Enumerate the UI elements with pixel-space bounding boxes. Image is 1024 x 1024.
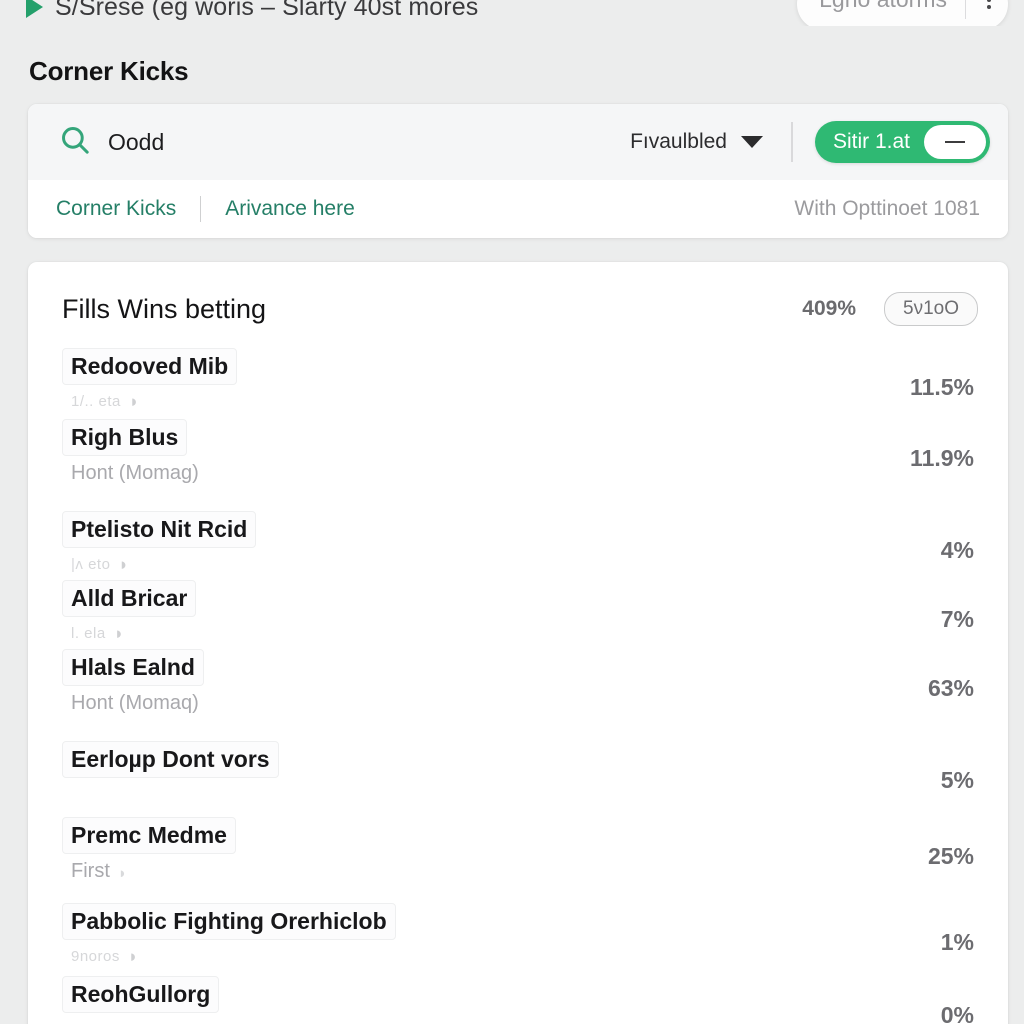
row-main: ReohGullorg — [62, 976, 824, 1013]
breadcrumb-divider — [200, 196, 202, 222]
list-header: Fills Wins betting 409% 5ν1oO — [28, 262, 1008, 326]
betting-rows: Redooved Mib 1/.. eta ◗ 11.5% Righ Blus Hont … — [28, 326, 1008, 1024]
topbar-divider — [965, 0, 966, 19]
row-percent: 0% — [940, 1002, 974, 1024]
row-label[interactable]: ReohGullorg — [62, 976, 220, 1013]
list-title: Fills Wins betting — [62, 293, 267, 324]
row-sublabel: l. ela ◗ — [62, 617, 824, 643]
row-label[interactable]: Eerloµp Dont vorѕ — [62, 741, 279, 778]
breadcrumb: Corner Kicks Arivance here With Opttinoe… — [28, 180, 1008, 238]
row-label[interactable]: Ptelisto Nit Rcid — [62, 511, 257, 548]
table-row[interactable]: Ptelisto Nit Rcid |ʌ eto ◗ 4% — [28, 511, 1008, 574]
table-row[interactable]: Redooved Mib 1/.. eta ◗ 11.5% — [28, 348, 1008, 411]
row-sublabel: |ʌ eto ◗ — [62, 548, 824, 574]
row-sublabel: 1/.. eta ◗ — [62, 385, 824, 411]
table-row[interactable]: Alld Bricar l. ela ◗ 7% — [28, 580, 1008, 643]
search-icon[interactable] — [58, 123, 92, 162]
row-sublabel-icon: ◗ — [118, 555, 130, 574]
row-percent: 5% — [940, 767, 974, 793]
topbar-account-pill[interactable]: Lgno atorms — [797, 0, 1008, 26]
search-row: Oodd Fıvaulbled Sitir 1.at — [28, 104, 1008, 180]
row-sublabel-text: 1/.. eta — [71, 393, 121, 410]
table-row[interactable]: Premc Medme First ◗ 25% — [28, 817, 1008, 883]
table-row[interactable]: Eerloµp Dont vorѕ 5% — [28, 741, 1008, 803]
search-filter-card: Oodd Fıvaulbled Sitir 1.at Corner Kicks … — [28, 104, 1008, 238]
table-row[interactable]: ReohGullorg 0% — [28, 976, 1008, 1024]
list-header-badge[interactable]: 5ν1oO — [884, 292, 978, 326]
link-arivance-here[interactable]: Arivance here — [225, 197, 355, 221]
row-main: Hlals Ealnd Hont (Momaq) — [62, 649, 824, 715]
row-percent: 11.9% — [910, 445, 974, 471]
row-sublabel: 9noros ◗ — [62, 940, 824, 966]
row-percent: 11.5% — [910, 374, 974, 400]
row-main: Righ Blus Hont (Momag) — [62, 419, 824, 485]
minus-icon — [945, 141, 965, 143]
app-topbar: S/Srese (eg woris – Slarty 40st mores Lg… — [0, 0, 1024, 26]
row-percent: 63% — [927, 675, 974, 701]
table-row[interactable]: Pabbolic Fighting Orerhiclob 9noros ◗ 1% — [28, 903, 1008, 966]
filter-dropdown[interactable]: Fıvaulbled — [630, 130, 763, 154]
link-corner-kicks[interactable]: Corner Kicks — [56, 197, 176, 221]
kebab-menu-icon[interactable] — [976, 0, 1002, 9]
row-sublabel-text: |ʌ eto — [71, 556, 111, 573]
row-sublabel-text: First — [71, 860, 110, 882]
row-sublabel-icon: ◗ — [128, 392, 140, 411]
row-percent: 7% — [940, 606, 974, 632]
list-header-right: 409% 5ν1oO — [802, 292, 978, 326]
row-sublabel-text: 9noros — [71, 948, 120, 965]
breadcrumb-note: With Opttinoet 1081 — [794, 197, 980, 220]
row-main: Alld Bricar l. ela ◗ — [62, 580, 824, 643]
row-sublabel-icon: ◗ — [127, 947, 139, 966]
row-main: Eerloµp Dont vorѕ — [62, 741, 824, 778]
list-header-percent: 409% — [802, 297, 857, 320]
row-sublabel-icon: ◗ — [117, 865, 127, 882]
row-sublabel: Hont (Momag) — [62, 456, 824, 485]
row-main: Premc Medme First ◗ — [62, 817, 824, 883]
row-sublabel: First ◗ — [62, 854, 824, 883]
row-sublabel-text: Hont (Momag) — [71, 462, 199, 484]
table-row[interactable]: Righ Blus Hont (Momag) 11.9% — [28, 419, 1008, 485]
search-input[interactable]: Oodd — [108, 129, 630, 156]
row-main: Ptelisto Nit Rcid |ʌ eto ◗ — [62, 511, 824, 574]
filter-dropdown-label: Fıvaulbled — [630, 130, 727, 153]
topbar-title: S/Srese (eg woris – Slarty 40st mores — [55, 0, 479, 21]
row-sublabel-text: l. ela — [71, 625, 106, 642]
chevron-down-icon — [740, 136, 763, 148]
row-percent: 25% — [927, 843, 974, 869]
row-sublabel-icon: ◗ — [113, 624, 125, 643]
toggle-knob[interactable] — [924, 125, 986, 159]
play-icon — [26, 0, 43, 18]
row-sublabel-text: Hont (Momaq) — [71, 692, 199, 714]
status-toggle[interactable]: Sitir 1.at — [814, 121, 990, 163]
row-label[interactable]: Redooved Mib — [62, 348, 238, 385]
toolbar-divider — [790, 122, 793, 162]
row-main: Redooved Mib 1/.. eta ◗ — [62, 348, 824, 411]
row-label[interactable]: Alld Bricar — [62, 580, 197, 617]
row-main: Pabbolic Fighting Orerhiclob 9noros ◗ — [62, 903, 824, 966]
topbar-left-group: S/Srese (eg woris – Slarty 40st mores — [0, 0, 478, 22]
page-title: Corner Kicks — [29, 56, 189, 86]
row-sublabel: Hont (Momaq) — [62, 686, 824, 715]
status-toggle-label: Sitir 1.at — [832, 130, 910, 153]
row-label[interactable]: Pabbolic Fighting Orerhiclob — [62, 903, 396, 940]
row-percent: 1% — [940, 929, 974, 955]
row-percent: 4% — [940, 537, 974, 563]
row-label[interactable]: Premc Medme — [62, 817, 236, 854]
row-label[interactable]: Righ Blus — [62, 419, 188, 456]
betting-list-card: Fills Wins betting 409% 5ν1oO Redooved M… — [28, 262, 1008, 1024]
row-label[interactable]: Hlals Ealnd — [62, 649, 204, 686]
topbar-account-label: Lgno atorms — [819, 0, 947, 13]
table-row[interactable]: Hlals Ealnd Hont (Momaq) 63% — [28, 649, 1008, 715]
